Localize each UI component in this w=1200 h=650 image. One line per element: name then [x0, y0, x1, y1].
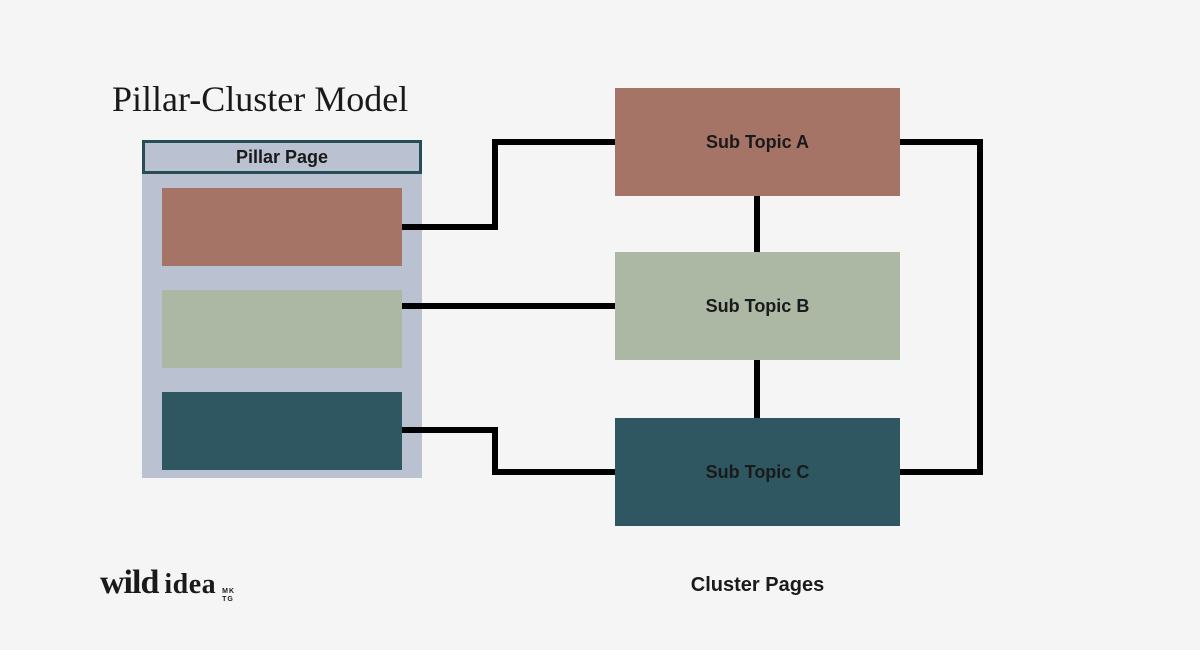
- pillar-block-b: [162, 290, 402, 368]
- logo-wild-text: wild: [100, 564, 158, 602]
- subtopic-b-box: Sub Topic B: [615, 252, 900, 360]
- logo-idea-text: idea: [164, 569, 216, 601]
- diagram-title: Pillar-Cluster Model: [112, 78, 408, 120]
- logo-tagline: MKTG: [222, 588, 235, 604]
- cluster-pages-label: Cluster Pages: [615, 574, 900, 597]
- pillar-page-container: Pillar Page: [142, 140, 422, 478]
- pillar-block-c: [162, 392, 402, 470]
- pillar-block-a: [162, 188, 402, 266]
- wild-idea-logo: wild idea MKTG: [100, 564, 235, 604]
- subtopic-c-box: Sub Topic C: [615, 418, 900, 526]
- subtopic-a-box: Sub Topic A: [615, 88, 900, 196]
- pillar-page-header: Pillar Page: [142, 140, 422, 174]
